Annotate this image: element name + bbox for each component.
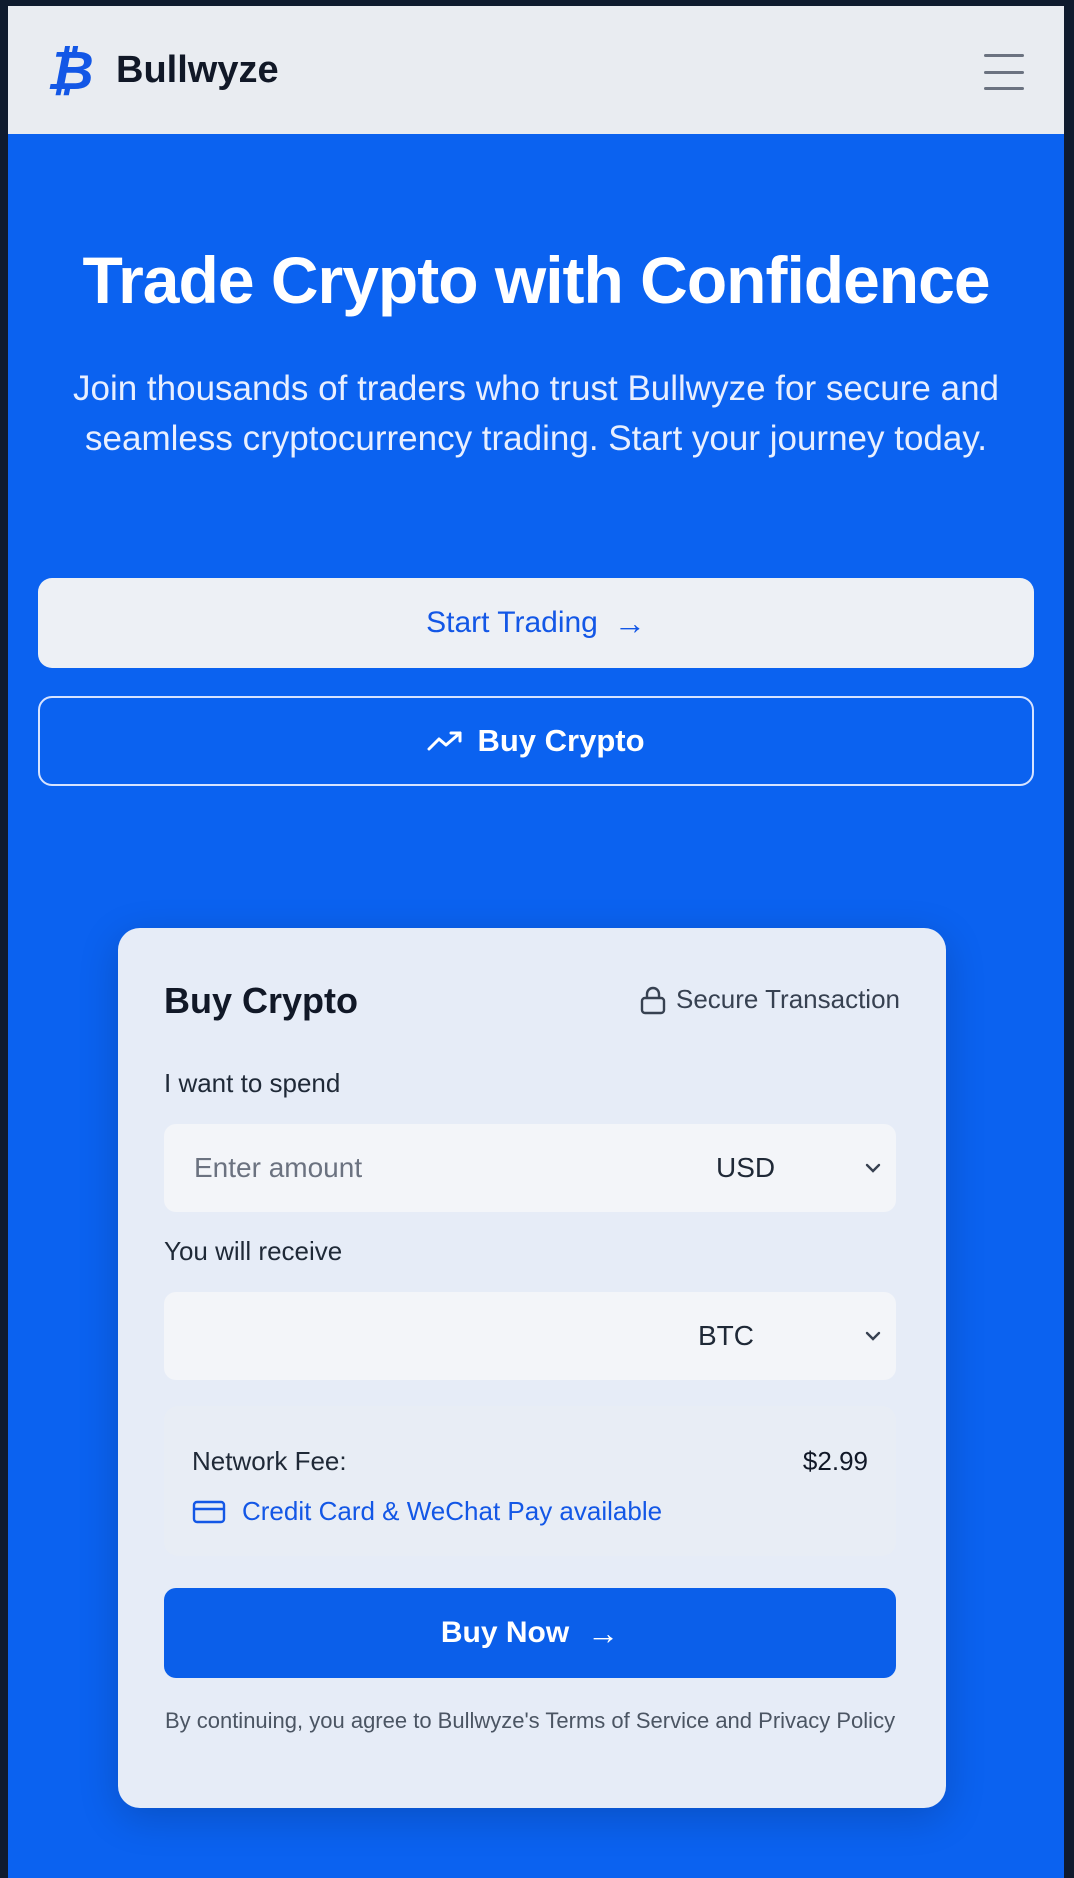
trending-up-icon	[427, 731, 462, 751]
card-title: Buy Crypto	[164, 980, 359, 1021]
chevron-down-icon	[865, 1331, 881, 1341]
receive-amount-output	[164, 1319, 698, 1353]
arrow-right-icon: →	[587, 1614, 620, 1651]
secure-transaction-label: Secure Transaction	[675, 984, 900, 1014]
buy-now-button[interactable]: Buy Now →	[164, 1588, 896, 1678]
receive-currency-value: BTC	[698, 1320, 754, 1351]
amount-input[interactable]	[164, 1151, 716, 1185]
hamburger-menu-icon[interactable]	[984, 54, 1024, 90]
hero-title: Trade Crypto with Confidence	[82, 243, 990, 317]
chevron-down-icon	[865, 1163, 881, 1173]
start-trading-button[interactable]: Start Trading →	[38, 578, 1034, 668]
buy-now-label: Buy Now	[440, 1616, 570, 1649]
secure-transaction-badge: Secure Transaction	[640, 984, 900, 1015]
top-navbar: ₿ Bullwyze	[8, 6, 1064, 134]
network-fee-value: $2.99	[802, 1446, 868, 1476]
buy-crypto-button[interactable]: Buy Crypto	[38, 696, 1034, 786]
spend-currency-value: USD	[716, 1152, 776, 1183]
hero-subtitle: Join thousands of traders who trust Bull…	[72, 369, 1000, 458]
payment-methods-note: Credit Card & WeChat Pay available	[192, 1496, 662, 1527]
bitcoin-logo-icon[interactable]: ₿	[46, 39, 93, 102]
buy-crypto-card: Buy Crypto Secure Transaction I want to …	[118, 928, 946, 1808]
receive-currency-select[interactable]: BTC	[698, 1292, 896, 1380]
start-trading-label: Start Trading	[426, 606, 598, 639]
terms-notice: By continuing, you agree to Bullwyze's T…	[164, 1708, 896, 1733]
spend-label: I want to spend	[164, 1068, 341, 1098]
menu-line	[984, 54, 1024, 57]
receive-field: BTC	[164, 1292, 896, 1380]
network-fee-label: Network Fee:	[192, 1446, 347, 1476]
fee-summary: Network Fee: $2.99 Credit Card & WeChat …	[164, 1406, 896, 1556]
brand-name[interactable]: Bullwyze	[116, 49, 279, 92]
receive-label: You will receive	[164, 1236, 343, 1266]
menu-line	[984, 70, 1024, 74]
buy-crypto-label: Buy Crypto	[477, 723, 645, 758]
payment-methods-label: Credit Card & WeChat Pay available	[242, 1496, 663, 1526]
credit-card-icon	[192, 1500, 226, 1523]
spend-currency-select[interactable]: USD	[716, 1124, 896, 1212]
app-screen: ₿ Bullwyze Trade Crypto with Confidence …	[8, 6, 1064, 1878]
spend-field: USD	[164, 1124, 896, 1212]
lock-icon	[640, 986, 666, 1014]
arrow-right-icon: →	[613, 604, 646, 641]
menu-line	[984, 87, 1024, 90]
